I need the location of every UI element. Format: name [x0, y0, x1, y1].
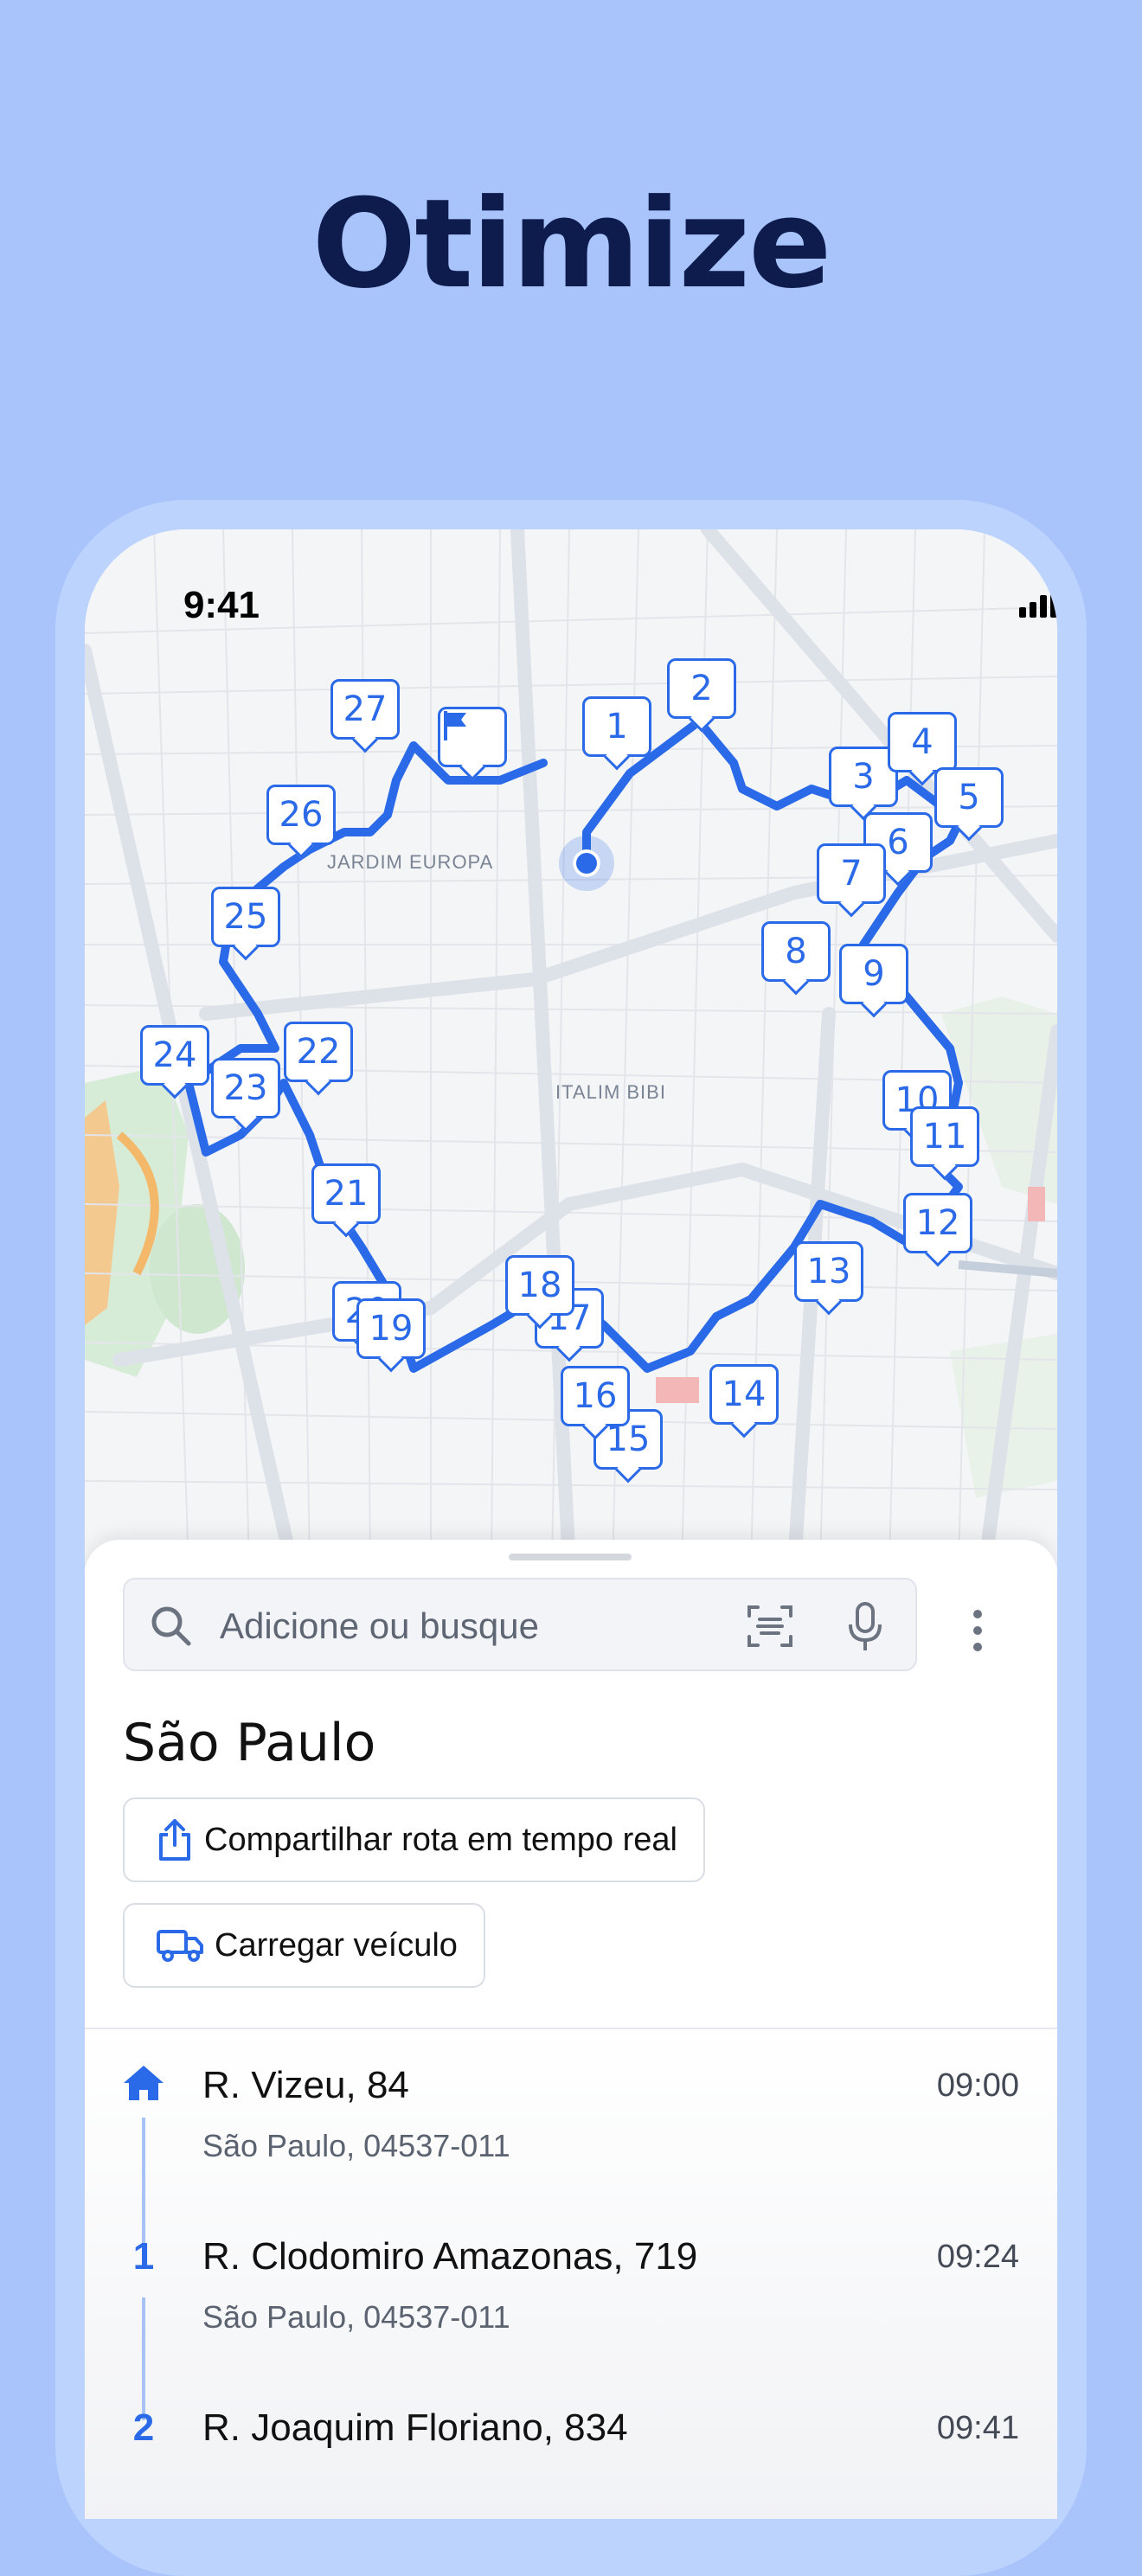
route-pin[interactable]: 26 — [266, 785, 336, 845]
bottom-sheet[interactable]: Adicione ou busque São Paulo Compartilha… — [85, 1540, 1057, 2519]
route-pin[interactable]: 14 — [709, 1364, 779, 1425]
stop-address: R. Clodomiro Amazonas, 719 — [202, 2235, 698, 2278]
stop-time: 09:24 — [936, 2239, 1019, 2275]
route-pin[interactable]: 4 — [888, 712, 957, 772]
stop-address: R. Joaquim Floriano, 834 — [202, 2406, 628, 2449]
route-pin[interactable]: 27 — [330, 679, 400, 740]
sheet-grabber[interactable] — [509, 1554, 632, 1560]
route-pin[interactable]: 21 — [311, 1163, 381, 1224]
stop-number: 1 — [132, 2235, 155, 2278]
route-pin[interactable]: 18 — [505, 1255, 574, 1316]
stop-city: São Paulo, 04537-011 — [202, 2128, 510, 2163]
route-pin[interactable]: 24 — [140, 1025, 209, 1086]
stop-city: São Paulo, 04537-011 — [202, 2299, 510, 2335]
route-pin[interactable]: 13 — [794, 1241, 863, 1302]
share-route-label: Compartilhar rota em tempo real — [204, 1821, 677, 1858]
stop-time: 09:00 — [936, 2067, 1019, 2104]
home-icon — [124, 2066, 164, 2100]
route-pin[interactable]: 16 — [561, 1366, 630, 1426]
search-icon — [151, 1606, 191, 1646]
status-time: 9:41 — [183, 584, 260, 626]
route-map[interactable]: JARDIM EUROPA ITALIM BIBI 9:41 1 2 3 4 5… — [85, 529, 1057, 1567]
signal-icon — [1019, 588, 1057, 618]
stop-list: R. Vizeu, 84 São Paulo, 04537-011 09:00 … — [85, 2029, 1057, 2519]
route-pin[interactable]: 19 — [356, 1298, 426, 1359]
share-route-button[interactable]: Compartilhar rota em tempo real — [123, 1797, 705, 1882]
neighborhood-label: ITALIM BIBI — [555, 1081, 666, 1103]
more-options-icon[interactable] — [971, 1609, 985, 1652]
stop-number: 2 — [132, 2406, 155, 2449]
route-pin[interactable]: 5 — [934, 767, 1004, 828]
route-pin[interactable]: 8 — [761, 921, 831, 982]
route-pin[interactable]: 2 — [667, 658, 736, 719]
microphone-icon[interactable] — [846, 1602, 884, 1652]
flag-icon — [444, 711, 466, 740]
route-city-title: São Paulo — [123, 1713, 376, 1773]
route-pin[interactable]: 23 — [211, 1058, 280, 1118]
search-bar[interactable]: Adicione ou busque — [123, 1578, 917, 1671]
load-vehicle-button[interactable]: Carregar veículo — [123, 1903, 485, 1988]
route-pin[interactable]: 22 — [284, 1022, 353, 1082]
scan-icon[interactable] — [744, 1602, 796, 1650]
search-input[interactable]: Adicione ou busque — [220, 1605, 539, 1647]
route-end-pin[interactable] — [438, 707, 507, 767]
neighborhood-label: JARDIM EUROPA — [327, 851, 494, 873]
route-pin[interactable]: 12 — [903, 1193, 972, 1253]
route-connector — [142, 2118, 145, 2247]
phone-screen: JARDIM EUROPA ITALIM BIBI 9:41 1 2 3 4 5… — [85, 529, 1057, 2519]
route-pin[interactable]: 1 — [582, 696, 651, 757]
route-pin[interactable]: 7 — [817, 843, 886, 904]
load-vehicle-label: Carregar veículo — [215, 1926, 458, 1964]
current-location-dot — [559, 836, 614, 891]
stop-address: R. Vizeu, 84 — [202, 2064, 409, 2106]
truck-icon — [157, 1930, 203, 1962]
route-connector — [142, 2297, 145, 2420]
route-pin[interactable]: 11 — [910, 1106, 979, 1167]
route-pin[interactable]: 9 — [839, 944, 908, 1004]
stop-time: 09:41 — [936, 2410, 1019, 2446]
route-pin[interactable]: 25 — [211, 887, 280, 947]
headline: Otimize — [311, 173, 832, 316]
share-icon — [159, 1819, 190, 1861]
